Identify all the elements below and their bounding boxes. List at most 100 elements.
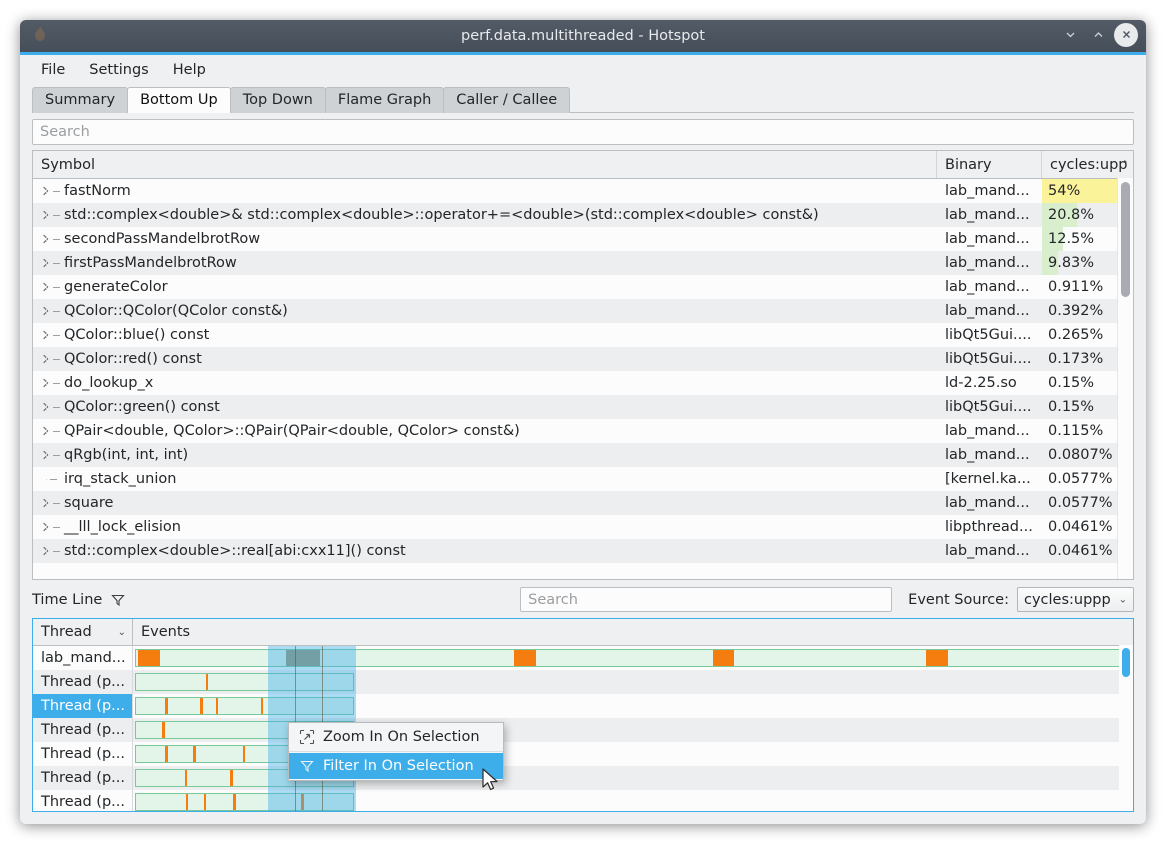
title-bar[interactable]: perf.data.multithreaded - Hotspot [20,20,1146,55]
expand-arrow-icon[interactable] [39,452,61,458]
timeline-thread-label[interactable]: lab_mand... [33,646,133,670]
column-header-symbol[interactable]: Symbol [33,151,937,178]
timeline-selection-overlay[interactable] [268,790,356,811]
timeline-row[interactable]: Thread (p... [33,670,1133,694]
table-row[interactable]: QColor::blue() constlibQt5Gui....0.265% [33,323,1133,347]
tab-summary[interactable]: Summary [32,87,128,113]
column-header-thread[interactable]: Thread ⌄ [33,619,133,645]
table-scrollbar[interactable] [1117,178,1133,579]
table-row[interactable]: irq_stack_union[kernel.ka...0.0577% [33,467,1133,491]
expand-arrow-icon[interactable] [39,548,61,554]
tab-bottom-up[interactable]: Bottom Up [127,87,231,113]
timeline-events-cell[interactable] [133,766,1133,790]
timeline-thread-label[interactable]: Thread (p... [33,694,133,718]
table-row[interactable]: secondPassMandelbrotRowlab_mand...12.5% [33,227,1133,251]
table-row[interactable]: firstPassMandelbrotRowlab_mand...9.83% [33,251,1133,275]
filter-funnel-icon[interactable] [110,592,126,608]
expand-arrow-icon[interactable] [39,428,61,434]
table-row[interactable]: QColor::QColor(QColor const&)lab_mand...… [33,299,1133,323]
menu-item-settings[interactable]: Settings [78,58,159,82]
event-source-label: Event Source: [908,592,1009,608]
table-scrollbar-thumb[interactable] [1121,182,1130,297]
timeline-event-marker [185,770,187,786]
timeline-row[interactable]: Thread (p... [33,790,1133,811]
expand-arrow-icon[interactable] [39,356,61,362]
expand-arrow-icon[interactable] [39,380,61,386]
table-row[interactable]: fastNormlab_mand...54% [33,179,1133,203]
expand-arrow-icon[interactable] [39,284,61,290]
context-menu-item-zoom-in-on-selection[interactable]: Zoom In On Selection [289,724,503,750]
table-row[interactable]: squarelab_mand...0.0577% [33,491,1133,515]
timeline-events-cell[interactable] [133,670,1133,694]
tab-flame-graph[interactable]: Flame Graph [325,87,444,113]
expand-arrow-icon[interactable] [39,236,61,242]
timeline-selection-overlay[interactable] [268,694,356,718]
timeline-events-cell[interactable] [133,718,1133,742]
table-row[interactable]: QColor::red() constlibQt5Gui....0.173% [33,347,1133,371]
expand-arrow-icon[interactable] [39,524,61,530]
timeline-events-cell[interactable] [133,742,1133,766]
branch-dash [53,335,60,336]
timeline-body[interactable]: lab_mand...Thread (p...Thread (p...Threa… [33,646,1133,811]
timeline-row[interactable]: Thread (p... [33,718,1133,742]
table-row[interactable]: std::complex<double>::real[abi:cxx11]() … [33,539,1133,563]
table-row[interactable]: QColor::green() constlibQt5Gui....0.15% [33,395,1133,419]
close-button[interactable] [1114,23,1138,47]
search-input[interactable] [32,119,1134,145]
table-row[interactable]: std::complex<double>& std::complex<doubl… [33,203,1133,227]
expand-arrow-icon[interactable] [39,332,61,338]
timeline-events-cell[interactable] [133,646,1133,670]
branch-dash [53,191,60,192]
cell-binary: [kernel.ka... [937,467,1042,491]
timeline-scrollbar[interactable] [1119,645,1133,811]
timeline-scrollbar-thumb[interactable] [1122,648,1130,677]
timeline-thread-label[interactable]: Thread (p... [33,670,133,694]
timeline-thread-label[interactable]: Thread (p... [33,766,133,790]
cell-symbol: firstPassMandelbrotRow [33,251,937,275]
tab-top-down[interactable]: Top Down [230,87,326,113]
maximize-button[interactable] [1086,23,1110,47]
timeline-row[interactable]: Thread (p... [33,742,1133,766]
table-row[interactable]: qRgb(int, int, int)lab_mand...0.0807% [33,443,1133,467]
expand-arrow-icon[interactable] [39,500,61,506]
branch-line-icon [39,479,61,480]
timeline-thread-label[interactable]: Thread (p... [33,742,133,766]
table-row[interactable]: __lll_lock_elisionlibpthread...0.0461% [33,515,1133,539]
table-row[interactable]: do_lookup_xld-2.25.so0.15% [33,371,1133,395]
cell-binary: libQt5Gui.... [937,323,1042,347]
timeline-row[interactable]: Thread (p... [33,694,1133,718]
timeline-thread-label[interactable]: Thread (p... [33,718,133,742]
expand-arrow-icon[interactable] [39,188,61,194]
expand-arrow-icon[interactable] [39,308,61,314]
timeline-selection-overlay[interactable] [268,670,356,694]
timeline-thread-label[interactable]: Thread (p... [33,790,133,811]
timeline-event-marker [165,746,167,762]
timeline-search-input[interactable] [520,587,892,612]
cell-symbol: QColor::blue() const [33,323,937,347]
tab-caller-callee[interactable]: Caller / Callee [443,87,570,113]
minimize-button[interactable] [1058,23,1082,47]
cost-value: 20.8% [1048,207,1094,223]
branch-dash [53,407,60,408]
column-header-cost[interactable]: cycles:upp ⌃ [1042,151,1133,178]
column-header-events[interactable]: Events [133,619,1133,645]
timeline-row[interactable]: lab_mand... [33,646,1133,670]
column-header-binary[interactable]: Binary [937,151,1042,178]
timeline-selection-divider [322,694,323,718]
timeline-events-cell[interactable] [133,694,1133,718]
search-row [20,113,1146,150]
cost-value: 12.5% [1048,231,1094,247]
table-row[interactable]: generateColorlab_mand...0.911% [33,275,1133,299]
timeline-row[interactable]: Thread (p... [33,766,1133,790]
timeline-events-cell[interactable] [133,790,1133,811]
menu-item-file[interactable]: File [30,58,76,82]
menu-item-help[interactable]: Help [162,58,217,82]
timeline-selection-overlay[interactable] [268,646,356,670]
event-source-select[interactable]: cycles:uppp ⌄ [1017,587,1134,612]
expand-arrow-icon[interactable] [39,260,61,266]
expand-arrow-icon[interactable] [39,212,61,218]
table-row[interactable]: QPair<double, QColor>::QPair(QPair<doubl… [33,419,1133,443]
expand-arrow-icon[interactable] [39,404,61,410]
cell-binary: lab_mand... [937,227,1042,251]
context-menu-item-filter-in-on-selection[interactable]: Filter In On Selection [289,753,503,779]
